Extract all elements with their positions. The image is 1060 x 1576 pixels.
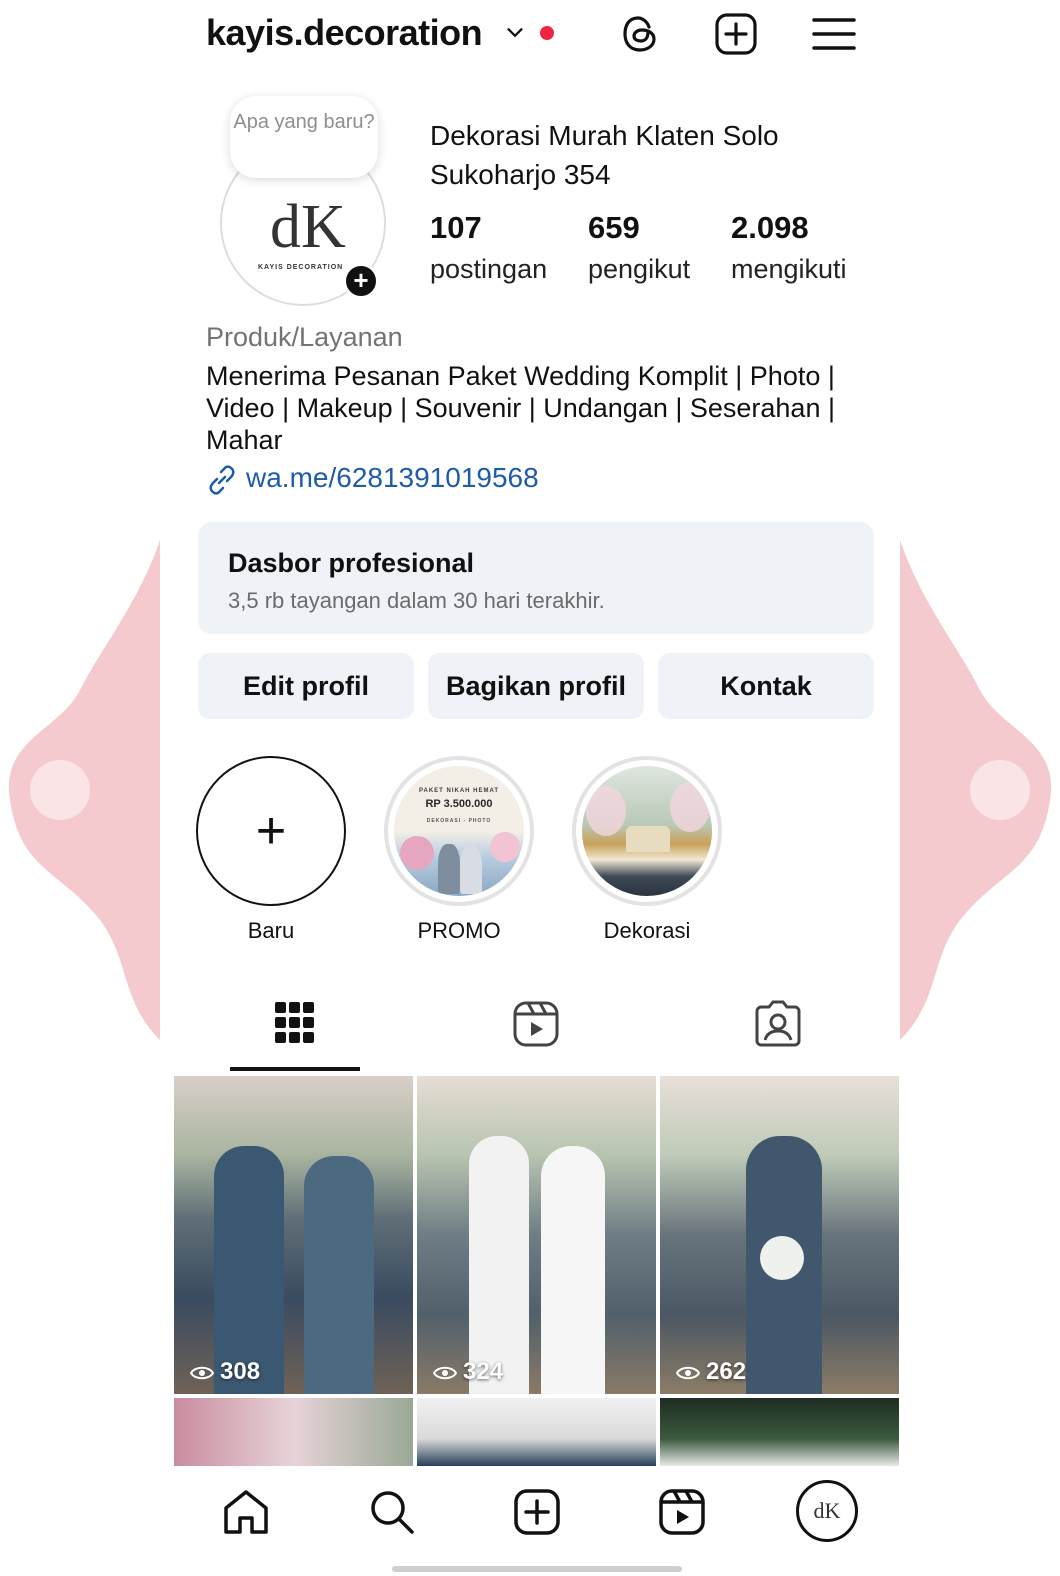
- category-label: Produk/Layanan: [206, 322, 403, 352]
- note-bubble[interactable]: Apa yang baru?: [230, 96, 378, 178]
- post-tile[interactable]: 324: [417, 1076, 656, 1394]
- stat-posts[interactable]: 107 postingan: [430, 210, 547, 285]
- reels-icon[interactable]: [510, 998, 562, 1050]
- bio-link[interactable]: wa.me/6281391019568: [206, 462, 539, 496]
- link-icon: [209, 464, 235, 495]
- home-indicator: [392, 1566, 682, 1572]
- bottom-navigation: dK: [174, 1466, 899, 1576]
- stat-value: 659: [588, 210, 640, 245]
- home-icon[interactable]: [220, 1486, 272, 1538]
- menu-icon[interactable]: [810, 10, 858, 58]
- account-switcher[interactable]: kayis.decoration: [206, 12, 483, 54]
- stat-label: mengikuti: [731, 254, 847, 284]
- stat-followers[interactable]: 659 pengikut: [588, 210, 690, 285]
- decorative-pattern-right: [900, 540, 1052, 1040]
- share-profile-button[interactable]: Bagikan profil: [428, 653, 644, 719]
- highlight-label: PROMO: [417, 918, 501, 943]
- reels-icon[interactable]: [656, 1486, 708, 1538]
- post-tile[interactable]: [660, 1398, 899, 1466]
- search-icon[interactable]: [366, 1486, 418, 1538]
- logo-subtext: KAYIS DECORATION: [258, 264, 344, 271]
- display-name: Dekorasi Murah Klaten Solo Sukoharjo 354: [430, 120, 779, 190]
- highlight-label: Baru: [247, 918, 295, 943]
- view-count-value: 324: [463, 1358, 504, 1385]
- eye-icon: [432, 1366, 458, 1379]
- view-count-value: 262: [706, 1358, 747, 1385]
- view-count-value: 308: [220, 1358, 261, 1385]
- promo-price: RP 3.500.000: [425, 798, 493, 810]
- stat-value: 2.098: [731, 210, 809, 245]
- add-post-icon[interactable]: [712, 10, 760, 58]
- bio-link-text: wa.me/6281391019568: [246, 462, 539, 493]
- grid-icon[interactable]: [269, 998, 321, 1050]
- stat-label: pengikut: [588, 254, 691, 284]
- contact-button[interactable]: Kontak: [658, 653, 874, 719]
- view-count: 262: [675, 1358, 747, 1386]
- profile-screen: kayis.decoration dK KAYIS DECORATION Apa…: [174, 0, 899, 1576]
- stat-value: 107: [430, 210, 482, 245]
- top-bar: kayis.decoration: [174, 0, 899, 70]
- profile-avatar[interactable]: dK: [796, 1480, 858, 1542]
- highlight-ring: [572, 756, 722, 906]
- logo-monogram: dK: [270, 193, 346, 261]
- highlight-dekorasi[interactable]: Dekorasi: [572, 756, 722, 944]
- view-count: 324: [432, 1358, 504, 1386]
- decorative-pattern-left: [8, 540, 160, 1040]
- add-story-icon[interactable]: +: [343, 263, 379, 299]
- highlight-promo[interactable]: PAKET NIKAH HEMAT RP 3.500.000 DEKORASI …: [384, 756, 534, 944]
- promo-heading: PAKET NIKAH HEMAT: [418, 788, 500, 794]
- professional-dashboard-card[interactable]: Dasbor profesional 3,5 rb tayangan dalam…: [198, 522, 874, 634]
- chevron-down-icon[interactable]: [504, 22, 526, 44]
- dashboard-subtitle: 3,5 rb tayangan dalam 30 hari terakhir.: [228, 588, 605, 613]
- highlight-new[interactable]: + Baru: [196, 756, 346, 944]
- post-tile[interactable]: 262: [660, 1076, 899, 1394]
- eye-icon: [189, 1366, 215, 1379]
- plus-icon: +: [255, 802, 287, 860]
- post-tile[interactable]: [174, 1398, 413, 1466]
- highlight-dekorasi-image: [582, 766, 712, 896]
- edit-profile-button[interactable]: Edit profil: [198, 653, 414, 719]
- stat-following[interactable]: 2.098 mengikuti: [731, 210, 847, 285]
- create-icon[interactable]: [511, 1486, 563, 1538]
- highlight-promo-image: PAKET NIKAH HEMAT RP 3.500.000 DEKORASI …: [394, 766, 524, 896]
- stat-label: postingan: [430, 254, 548, 284]
- eye-icon: [675, 1366, 701, 1379]
- post-tile[interactable]: [417, 1398, 656, 1466]
- threads-icon[interactable]: [616, 10, 664, 58]
- post-tile[interactable]: 308: [174, 1076, 413, 1394]
- highlight-new-circle: +: [196, 756, 346, 906]
- highlight-label: Dekorasi: [603, 918, 691, 943]
- bio-text: Menerima Pesanan Paket Wedding Komplit |…: [206, 361, 835, 455]
- notification-dot: [540, 26, 554, 40]
- dashboard-title: Dasbor profesional: [228, 548, 475, 578]
- highlight-ring: PAKET NIKAH HEMAT RP 3.500.000 DEKORASI …: [384, 756, 534, 906]
- active-tab-indicator: [230, 1067, 360, 1071]
- tagged-icon[interactable]: [752, 998, 804, 1050]
- promo-services: DEKORASI - PHOTO: [426, 818, 492, 824]
- view-count: 308: [189, 1358, 261, 1386]
